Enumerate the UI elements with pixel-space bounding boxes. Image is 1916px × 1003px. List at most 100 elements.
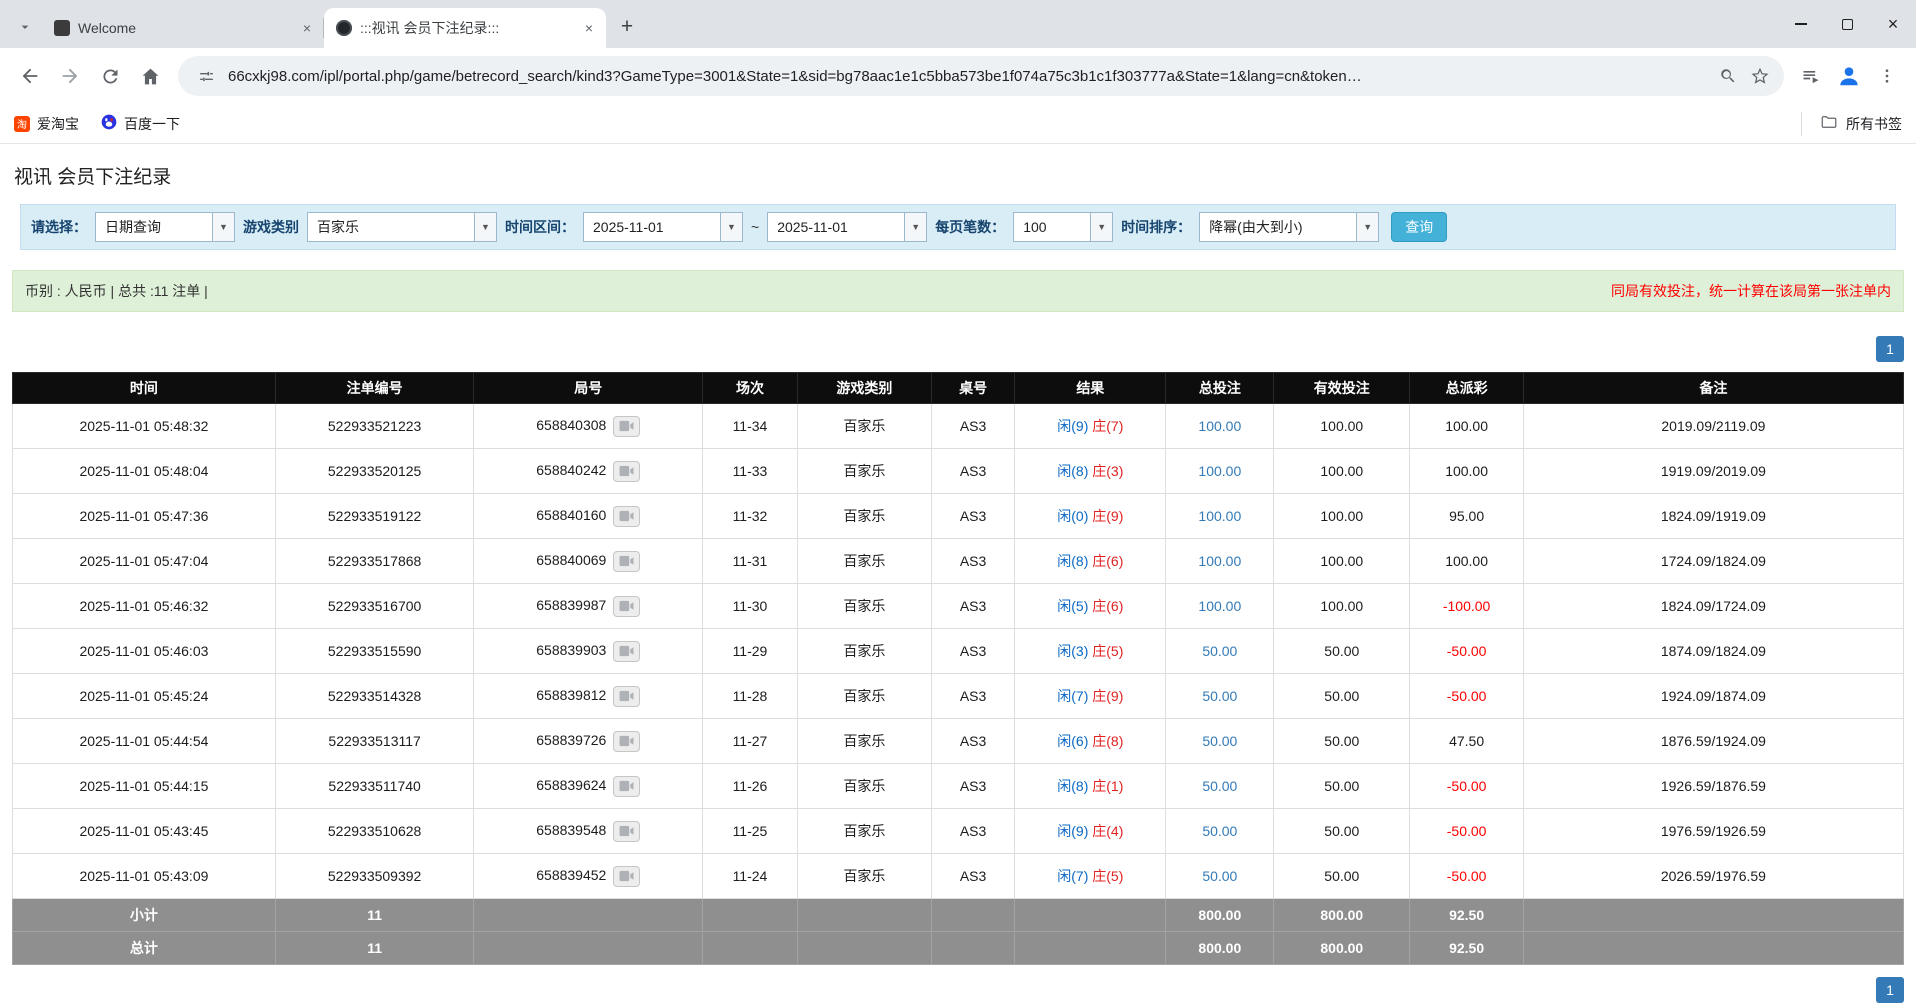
- game-type-select[interactable]: 百家乐 ▼: [307, 212, 497, 242]
- cell-result: [1015, 899, 1166, 932]
- result-banker: 庄(1): [1092, 778, 1123, 794]
- date-to-select[interactable]: 2025-11-01 ▼: [767, 212, 927, 242]
- tab-title: :::视讯 会员下注纪录:::: [360, 18, 572, 38]
- cell-time: 2025-11-01 05:47:36: [13, 494, 276, 539]
- media-controls-icon[interactable]: [1792, 57, 1830, 95]
- video-replay-icon[interactable]: [613, 686, 640, 707]
- total-bet-link[interactable]: 50.00: [1202, 733, 1237, 749]
- bookmark-aitaobao[interactable]: 淘 爱淘宝: [14, 114, 79, 134]
- round-number: 658839812: [536, 687, 606, 703]
- cell-total-bet: 100.00: [1166, 404, 1274, 449]
- cell-total-bet: 100.00: [1166, 539, 1274, 584]
- cell-table-no: AS3: [931, 629, 1014, 674]
- cell-game-type: 百家乐: [797, 539, 931, 584]
- total-bet-link[interactable]: 100.00: [1198, 463, 1241, 479]
- tab-search-chevron-icon[interactable]: [10, 12, 40, 42]
- cell-valid-bet: 50.00: [1274, 629, 1410, 674]
- video-replay-icon[interactable]: [613, 416, 640, 437]
- cell-payout: 92.50: [1410, 932, 1523, 965]
- video-replay-icon[interactable]: [613, 551, 640, 572]
- chevron-down-icon[interactable]: ▼: [904, 213, 926, 241]
- video-replay-icon[interactable]: [613, 596, 640, 617]
- total-bet-link[interactable]: 50.00: [1202, 688, 1237, 704]
- cell-round-id: 658839452: [474, 854, 703, 899]
- sort-order-select[interactable]: 降幂(由大到小) ▼: [1199, 212, 1379, 242]
- cell-table-no: AS3: [931, 449, 1014, 494]
- all-bookmarks-button[interactable]: 所有书签: [1801, 112, 1902, 136]
- total-bet-link[interactable]: 100.00: [1198, 418, 1241, 434]
- cell-time: 总计: [13, 932, 276, 965]
- cell-valid-bet: 100.00: [1274, 449, 1410, 494]
- cell-session: 11-24: [703, 854, 798, 899]
- page-content: 视讯 会员下注纪录 请选择： 日期查询 ▼ 游戏类别 百家乐 ▼ 时间区间： 2…: [0, 162, 1916, 1003]
- cell-bet-id: 522933519122: [275, 494, 474, 539]
- pagination-top: 1: [12, 336, 1904, 362]
- video-replay-icon[interactable]: [613, 866, 640, 887]
- result-banker: 庄(3): [1092, 463, 1123, 479]
- chevron-down-icon[interactable]: ▼: [1356, 213, 1378, 241]
- all-bookmarks-label: 所有书签: [1846, 114, 1902, 134]
- forward-icon[interactable]: [50, 56, 90, 96]
- result-player: 闲(7): [1057, 688, 1088, 704]
- page-size-select[interactable]: 100 ▼: [1013, 212, 1113, 242]
- new-tab-button[interactable]: +: [612, 12, 642, 42]
- minimize-button[interactable]: [1778, 0, 1824, 48]
- result-banker: 庄(5): [1092, 643, 1123, 659]
- payout-value: -50.00: [1447, 778, 1487, 794]
- video-replay-icon[interactable]: [613, 461, 640, 482]
- home-icon[interactable]: [130, 56, 170, 96]
- site-info-icon[interactable]: [190, 60, 222, 92]
- refresh-icon[interactable]: [90, 56, 130, 96]
- search-button[interactable]: 查询: [1391, 212, 1447, 242]
- video-replay-icon[interactable]: [613, 506, 640, 527]
- cell-payout: -50.00: [1410, 809, 1523, 854]
- total-bet-link[interactable]: 100.00: [1198, 553, 1241, 569]
- url-text[interactable]: 66cxkj98.com/ipl/portal.php/game/betreco…: [222, 68, 1712, 85]
- chevron-down-icon[interactable]: ▼: [474, 213, 496, 241]
- cell-valid-bet: 50.00: [1274, 854, 1410, 899]
- cell-total-bet: 50.00: [1166, 809, 1274, 854]
- valid-bet-notice-text: 同局有效投注，统一计算在该局第一张注单内: [1611, 281, 1891, 301]
- result-player: 闲(9): [1057, 418, 1088, 434]
- page-1-button[interactable]: 1: [1876, 336, 1904, 362]
- result-banker: 庄(5): [1092, 868, 1123, 884]
- total-bet-link[interactable]: 100.00: [1198, 508, 1241, 524]
- date-from-select[interactable]: 2025-11-01 ▼: [583, 212, 743, 242]
- video-replay-icon[interactable]: [613, 731, 640, 752]
- column-header-table-no: 桌号: [931, 373, 1014, 404]
- tab-close-icon[interactable]: ×: [580, 19, 598, 37]
- back-icon[interactable]: [10, 56, 50, 96]
- page-1-button[interactable]: 1: [1876, 977, 1904, 1003]
- chevron-down-icon[interactable]: ▼: [720, 213, 742, 241]
- zoom-icon[interactable]: [1712, 60, 1744, 92]
- profile-avatar-icon[interactable]: [1830, 57, 1868, 95]
- chevron-down-icon[interactable]: ▼: [1090, 213, 1112, 241]
- total-bet-link[interactable]: 50.00: [1202, 778, 1237, 794]
- date-type-select[interactable]: 日期查询 ▼: [95, 212, 235, 242]
- browser-tab-welcome[interactable]: Welcome ×: [42, 8, 324, 48]
- close-button[interactable]: ×: [1870, 0, 1916, 48]
- cell-note: 1824.09/1919.09: [1523, 494, 1903, 539]
- total-bet-link[interactable]: 100.00: [1198, 598, 1241, 614]
- total-bet-link[interactable]: 50.00: [1202, 643, 1237, 659]
- bookmark-baidu[interactable]: 百度一下: [101, 114, 180, 134]
- cell-total-bet: 100.00: [1166, 584, 1274, 629]
- cell-total-bet: 50.00: [1166, 629, 1274, 674]
- video-replay-icon[interactable]: [613, 641, 640, 662]
- total-bet-link[interactable]: 50.00: [1202, 823, 1237, 839]
- browser-tab-betrecord[interactable]: :::视讯 会员下注纪录::: ×: [324, 8, 606, 48]
- cell-payout: -100.00: [1410, 584, 1523, 629]
- maximize-button[interactable]: [1824, 0, 1870, 48]
- cell-payout: 100.00: [1410, 404, 1523, 449]
- cell-bet-id: 522933516700: [275, 584, 474, 629]
- chevron-down-icon[interactable]: ▼: [212, 213, 234, 241]
- menu-kebab-icon[interactable]: [1868, 57, 1906, 95]
- address-bar[interactable]: 66cxkj98.com/ipl/portal.php/game/betreco…: [178, 56, 1784, 96]
- bookmark-star-icon[interactable]: [1744, 60, 1776, 92]
- cell-total-bet: 50.00: [1166, 764, 1274, 809]
- video-replay-icon[interactable]: [613, 821, 640, 842]
- cell-game-type: 百家乐: [797, 674, 931, 719]
- tab-close-icon[interactable]: ×: [298, 19, 316, 37]
- video-replay-icon[interactable]: [613, 776, 640, 797]
- total-bet-link[interactable]: 50.00: [1202, 868, 1237, 884]
